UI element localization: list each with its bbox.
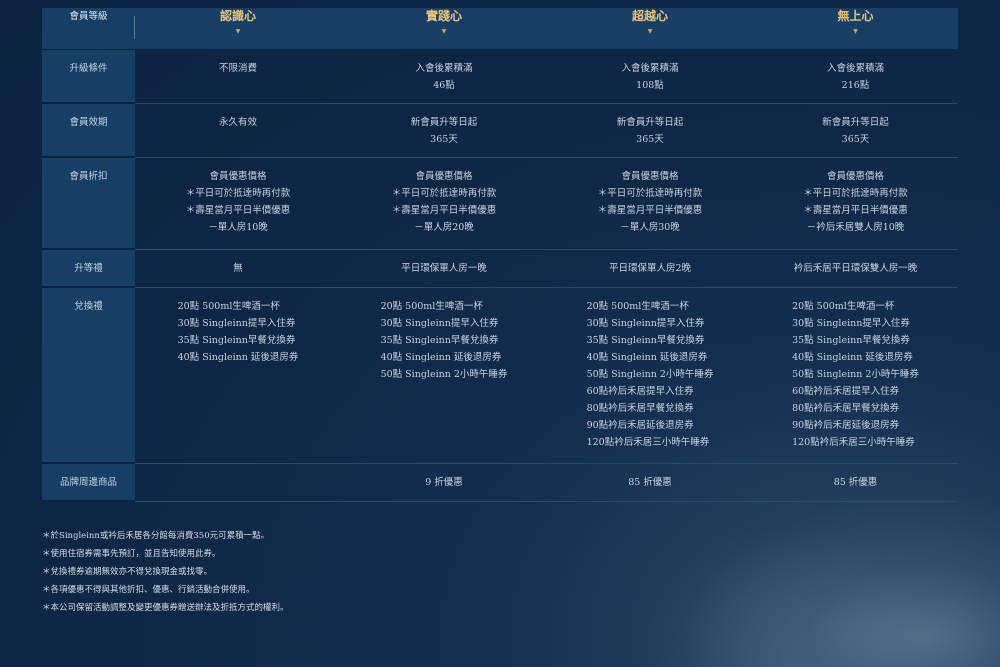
cell-discount-2: 會員優惠價格 ＊平日可於抵達時再付款 ＊壽星當月平日半價優惠 －單人房20晚 (341, 158, 547, 250)
row-label-discount: 會員折扣 (42, 158, 135, 250)
cell-discount-3: 會員優惠價格 ＊平日可於抵達時再付款 ＊壽星當月平日半價優惠 －單人房30晚 (547, 158, 753, 250)
tier-name: 無上心 (837, 9, 874, 23)
row-brand: 品牌周邊商品 9 折優惠 85 折優惠 85 折優惠 (42, 464, 958, 502)
row-discount: 會員折扣 會員優惠價格 ＊平日可於抵達時再付款 ＊壽星當月平日半價優惠 －單人房10晚… (42, 158, 958, 250)
row-label-validity: 會員效期 (42, 104, 135, 158)
membership-table: 會員等級 認識心 ▼ 實踐心 ▼ 超越心 ▼ 無上心 ▼ 升級條件 不限消費 入會後累積… (42, 8, 958, 502)
caret-down-icon: ▼ (647, 28, 653, 35)
cell-discount-4: 會員優惠價格 ＊平日可於抵達時再付款 ＊壽星當月平日半價優惠 －衿后禾居雙人房10晚 (753, 158, 958, 250)
footnote: ＊於Singleinn或衿后禾居各分館每消費350元可累積一點。 (42, 531, 270, 541)
tier-header-1[interactable]: 認識心 ▼ (135, 8, 341, 50)
cell-validity-2: 新會員升等日起 365天 (341, 104, 547, 158)
cell-upgrade-1: 不限消費 (135, 50, 341, 104)
footnote: ＊本公司保留活動調整及變更優惠券贈送辦法及折抵方式的權利。 (42, 603, 289, 613)
cell-exchange-1: 20點 500ml生啤酒一杯 30點 Singleinn提早入住券 35點 Sing… (135, 288, 341, 464)
cell-brand-1 (135, 464, 341, 502)
cell-gift-4: 衿后禾居平日環保雙人房一晚 (753, 250, 958, 288)
cell-validity-1: 永久有效 (135, 104, 341, 158)
cell-gift-2: 平日環保單人房一晚 (341, 250, 547, 288)
table-header-row: 會員等級 認識心 ▼ 實踐心 ▼ 超越心 ▼ 無上心 ▼ (42, 8, 958, 50)
row-gift: 升等禮 無 平日環保單人房一晚 平日環保單人房2晚 衿后禾居平日環保雙人房一晚 (42, 250, 958, 288)
row-label-exchange: 兌換禮 (42, 288, 135, 464)
row-upgrade: 升級條件 不限消費 入會後累積滿 46點 入會後累積滿 108點 入會後累積滿 216… (42, 50, 958, 104)
row-label-upgrade: 升級條件 (42, 50, 135, 104)
cell-validity-4: 新會員升等日起 365天 (753, 104, 958, 158)
footnotes: ＊於Singleinn或衿后禾居各分館每消費350元可累積一點。 ＊使用住宿券需… (42, 527, 289, 617)
header-label-membership-level: 會員等級 (42, 8, 135, 50)
exchange-list: 20點 500ml生啤酒一杯 30點 Singleinn提早入住券 35點 Sing… (792, 301, 919, 448)
tier-name: 認識心 (219, 9, 256, 23)
tier-header-4[interactable]: 無上心 ▼ (753, 8, 958, 50)
cell-validity-3: 新會員升等日起 365天 (547, 104, 753, 158)
tier-header-3[interactable]: 超越心 ▼ (547, 8, 753, 50)
row-label-brand: 品牌周邊商品 (42, 464, 135, 502)
cell-exchange-2: 20點 500ml生啤酒一杯 30點 Singleinn提早入住券 35點 Sing… (341, 288, 547, 464)
cell-discount-1: 會員優惠價格 ＊平日可於抵達時再付款 ＊壽星當月平日半價優惠 －單人房10晚 (135, 158, 341, 250)
footnote: ＊兌換禮券逾期無效亦不得兌換現金或找零。 (42, 567, 213, 577)
cell-exchange-3: 20點 500ml生啤酒一杯 30點 Singleinn提早入住券 35點 Sing… (547, 288, 753, 464)
caret-down-icon: ▼ (441, 28, 447, 35)
cell-upgrade-4: 入會後累積滿 216點 (753, 50, 958, 104)
cell-exchange-4: 20點 500ml生啤酒一杯 30點 Singleinn提早入住券 35點 Sing… (753, 288, 958, 464)
cell-upgrade-3: 入會後累積滿 108點 (547, 50, 753, 104)
footnote: ＊使用住宿券需事先預訂，並且告知使用此券。 (42, 549, 221, 559)
row-exchange: 兌換禮 20點 500ml生啤酒一杯 30點 Singleinn提早入住券 35點 … (42, 288, 958, 464)
exchange-list: 20點 500ml生啤酒一杯 30點 Singleinn提早入住券 35點 Sing… (586, 301, 714, 448)
exchange-list: 20點 500ml生啤酒一杯 30點 Singleinn提早入住券 35點 Sing… (177, 301, 299, 363)
cell-upgrade-2: 入會後累積滿 46點 (341, 50, 547, 104)
cell-brand-4: 85 折優惠 (753, 464, 958, 502)
cell-brand-2: 9 折優惠 (341, 464, 547, 502)
tier-name: 超越心 (631, 9, 668, 23)
row-validity: 會員效期 永久有效 新會員升等日起 365天 新會員升等日起 365天 新會員升等日… (42, 104, 958, 158)
cell-gift-3: 平日環保單人房2晚 (547, 250, 753, 288)
tier-header-2[interactable]: 實踐心 ▼ (341, 8, 547, 50)
cell-brand-3: 85 折優惠 (547, 464, 753, 502)
footnote: ＊各項優惠不得與其他折扣、優惠、行銷活動合併使用。 (42, 585, 255, 595)
caret-down-icon: ▼ (235, 28, 241, 35)
header-divider (134, 16, 135, 39)
tier-name: 實踐心 (425, 9, 462, 23)
exchange-list: 20點 500ml生啤酒一杯 30點 Singleinn提早入住券 35點 Sing… (380, 301, 508, 380)
caret-down-icon: ▼ (853, 28, 858, 35)
row-label-gift: 升等禮 (42, 250, 135, 288)
cell-gift-1: 無 (135, 250, 341, 288)
